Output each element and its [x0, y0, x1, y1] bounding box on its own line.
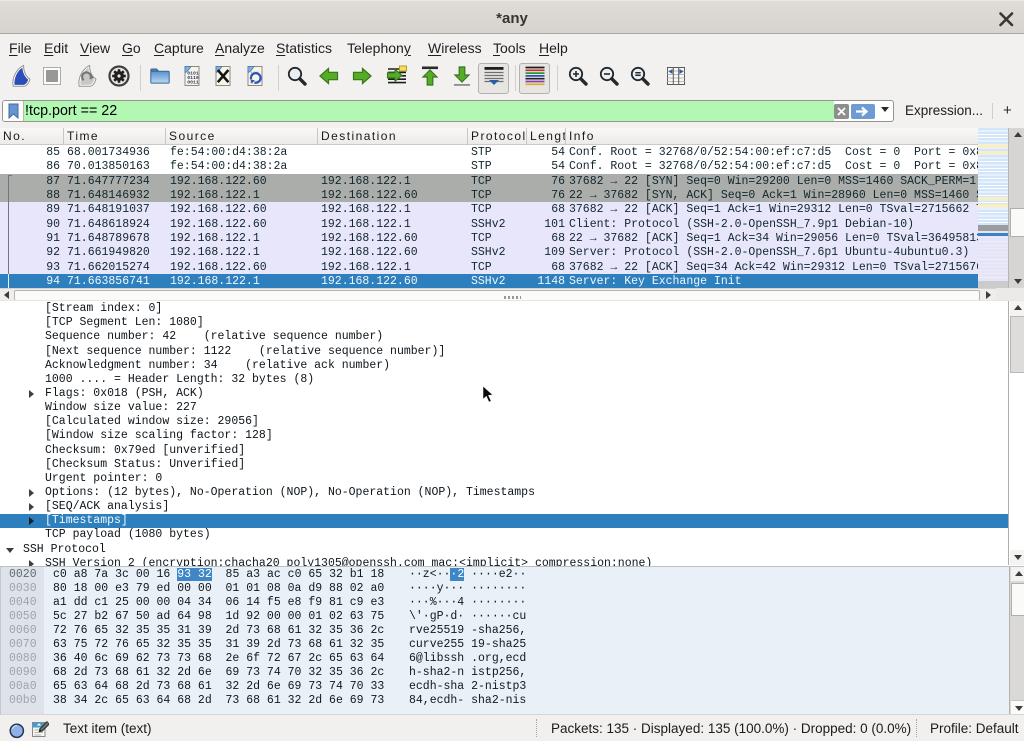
svg-text:0011: 0011 [187, 80, 199, 86]
